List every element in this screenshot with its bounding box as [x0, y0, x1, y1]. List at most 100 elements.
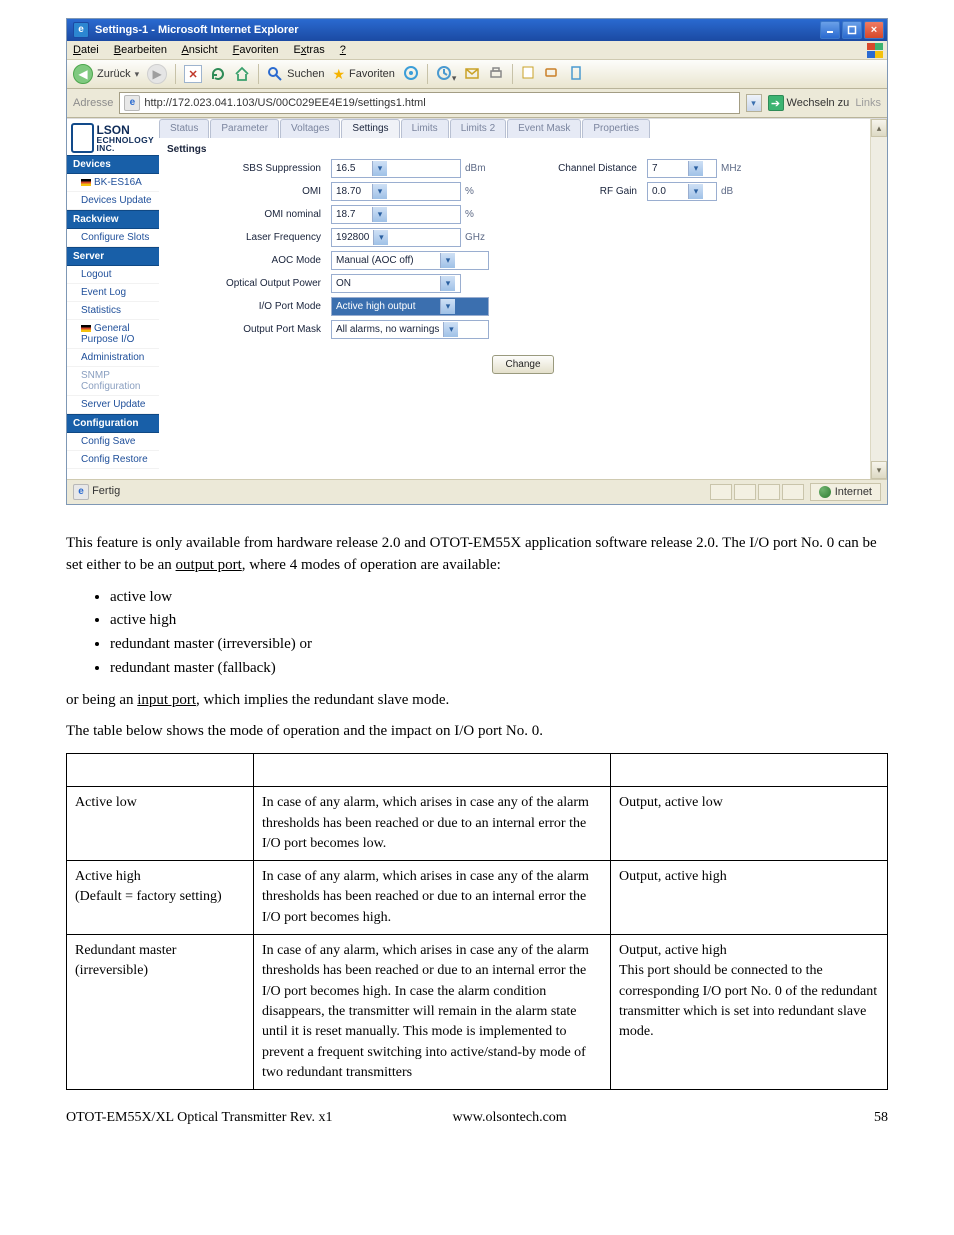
- list-item: active high: [110, 610, 888, 632]
- tab-properties[interactable]: Properties: [582, 119, 650, 138]
- sidebar-header-server: Server: [67, 247, 159, 266]
- sidebar-item-bk[interactable]: BK-ES16A: [67, 174, 159, 192]
- favorites-button[interactable]: ★ Favoriten: [332, 66, 394, 83]
- menu-file[interactable]: DDateiatei: [73, 44, 99, 56]
- flag-icon: [81, 179, 91, 186]
- sidebar-item-logout[interactable]: Logout: [67, 266, 159, 284]
- mail-button[interactable]: [464, 65, 480, 84]
- refresh-button[interactable]: [210, 66, 226, 82]
- sidebar-item-server-update[interactable]: Server Update: [67, 396, 159, 414]
- sidebar-item-snmp[interactable]: SNMP Configuration: [67, 367, 159, 396]
- tab-limits2[interactable]: Limits 2: [450, 119, 506, 138]
- sidebar-header-configuration: Configuration: [67, 414, 159, 433]
- select-laser-freq[interactable]: 192800▾: [331, 228, 461, 247]
- sidebar: LSON ECHNOLOGY INC. Devices BK-ES16A Dev…: [67, 119, 159, 479]
- search-button[interactable]: Suchen: [267, 66, 324, 82]
- menu-extras[interactable]: Extras: [294, 44, 325, 56]
- select-channel-distance[interactable]: 7▾: [647, 159, 717, 178]
- logo-line2: ECHNOLOGY INC.: [96, 136, 155, 153]
- menu-help[interactable]: ?: [340, 44, 346, 56]
- close-button[interactable]: ×: [864, 21, 884, 39]
- table-row: Active low In case of any alarm, which a…: [67, 787, 888, 861]
- print-button[interactable]: [488, 65, 504, 84]
- home-button[interactable]: [234, 66, 250, 82]
- sidebar-item-config-restore[interactable]: Config Restore: [67, 451, 159, 469]
- tab-settings[interactable]: Settings: [341, 119, 399, 138]
- status-left: e Fertig: [73, 484, 120, 500]
- minimize-button[interactable]: [820, 21, 840, 39]
- address-input[interactable]: e http://172.023.041.103/US/00C029EE4E19…: [119, 92, 739, 114]
- modes-list: active low active high redundant master …: [66, 587, 888, 680]
- list-item: redundant master (irreversible) or: [110, 634, 888, 656]
- back-arrow-icon: ◀: [73, 64, 93, 84]
- search-icon: [267, 66, 283, 82]
- history-button[interactable]: ▾: [436, 65, 457, 84]
- back-button[interactable]: ◀ Zurück ▾: [73, 64, 139, 84]
- forward-button[interactable]: ▶: [147, 64, 167, 84]
- menu-view[interactable]: Ansicht: [181, 44, 217, 56]
- go-arrow-icon: ➔: [768, 95, 784, 111]
- sidebar-item-admin[interactable]: Administration: [67, 349, 159, 367]
- label-io-port-mode: I/O Port Mode: [187, 301, 327, 312]
- select-omi[interactable]: 18.70▾: [331, 182, 461, 201]
- settings-form: SBS Suppression 16.5▾ dBm Channel Distan…: [159, 159, 887, 339]
- go-button[interactable]: ➔ Wechseln zu: [768, 95, 850, 111]
- sidebar-item-statistics[interactable]: Statistics: [67, 302, 159, 320]
- select-sbs[interactable]: 16.5▾: [331, 159, 461, 178]
- window-title: Settings-1 - Microsoft Internet Explorer: [95, 24, 299, 36]
- maximize-button[interactable]: [842, 21, 862, 39]
- links-label[interactable]: Links: [855, 97, 881, 109]
- scroll-bar[interactable]: ▴ ▾: [870, 119, 887, 479]
- sidebar-item-gpio[interactable]: General Purpose I/O: [67, 320, 159, 349]
- label-omi: OMI: [187, 186, 327, 197]
- select-opt-output[interactable]: ON▾: [331, 274, 461, 293]
- window-titlebar: e Settings-1 - Microsoft Internet Explor…: [67, 19, 887, 41]
- media-button[interactable]: [403, 65, 419, 84]
- select-output-port-mask[interactable]: All alarms, no warnings▾: [331, 320, 489, 339]
- edit-button[interactable]: [521, 65, 536, 83]
- scroll-down-icon[interactable]: ▾: [871, 461, 887, 479]
- research-button[interactable]: [568, 65, 584, 84]
- sidebar-header-devices: Devices: [67, 155, 159, 174]
- tab-status[interactable]: Status: [159, 119, 209, 138]
- favorites-label: Favoriten: [349, 68, 395, 80]
- back-label: Zurück: [97, 68, 131, 80]
- logo-icon: [71, 123, 94, 153]
- tab-parameter[interactable]: Parameter: [210, 119, 279, 138]
- toolbar-separator: [258, 64, 259, 84]
- label-laser-freq: Laser Frequency: [187, 232, 327, 243]
- select-aoc-mode[interactable]: Manual (AOC off)▾: [331, 251, 489, 270]
- list-item: redundant master (fallback): [110, 658, 888, 680]
- modes-table: Active low In case of any alarm, which a…: [66, 753, 888, 1090]
- sidebar-item-config-save[interactable]: Config Save: [67, 433, 159, 451]
- table-row: Active high (Default = factory setting) …: [67, 861, 888, 935]
- brand-logo: LSON ECHNOLOGY INC.: [67, 119, 159, 155]
- page-footer: OTOT-EM55X/XL Optical Transmitter Rev. x…: [66, 1108, 888, 1128]
- search-label: Suchen: [287, 68, 324, 80]
- scroll-up-icon[interactable]: ▴: [871, 119, 887, 137]
- paragraph-intro: This feature is only available from hard…: [66, 533, 888, 577]
- menu-favorites[interactable]: Favoriten: [233, 44, 279, 56]
- change-button[interactable]: Change: [492, 355, 553, 374]
- tab-bar: Status Parameter Voltages Settings Limit…: [159, 119, 887, 138]
- menu-edit[interactable]: Bearbeiten: [114, 44, 167, 56]
- label-omi-nominal: OMI nominal: [187, 209, 327, 220]
- tab-limits[interactable]: Limits: [401, 119, 449, 138]
- star-icon: ★: [332, 66, 345, 83]
- tab-eventmask[interactable]: Event Mask: [507, 119, 581, 138]
- address-dropdown[interactable]: ▾: [746, 94, 762, 112]
- document-body: This feature is only available from hard…: [66, 533, 888, 1128]
- logo-line1: LSON: [96, 124, 155, 136]
- sidebar-item-eventlog[interactable]: Event Log: [67, 284, 159, 302]
- sidebar-item-devices-update[interactable]: Devices Update: [67, 192, 159, 210]
- select-omi-nominal[interactable]: 18.7▾: [331, 205, 461, 224]
- stop-button[interactable]: ✕: [184, 65, 202, 83]
- toolbar-separator: [427, 64, 428, 84]
- select-io-port-mode[interactable]: Active high output▾: [331, 297, 489, 316]
- discuss-button[interactable]: [544, 65, 560, 84]
- paragraph-table-intro: The table below shows the mode of operat…: [66, 721, 888, 743]
- sidebar-item-configure-slots[interactable]: Configure Slots: [67, 229, 159, 247]
- select-rf-gain[interactable]: 0.0▾: [647, 182, 717, 201]
- tab-voltages[interactable]: Voltages: [280, 119, 340, 138]
- status-bar: e Fertig Internet: [67, 479, 887, 504]
